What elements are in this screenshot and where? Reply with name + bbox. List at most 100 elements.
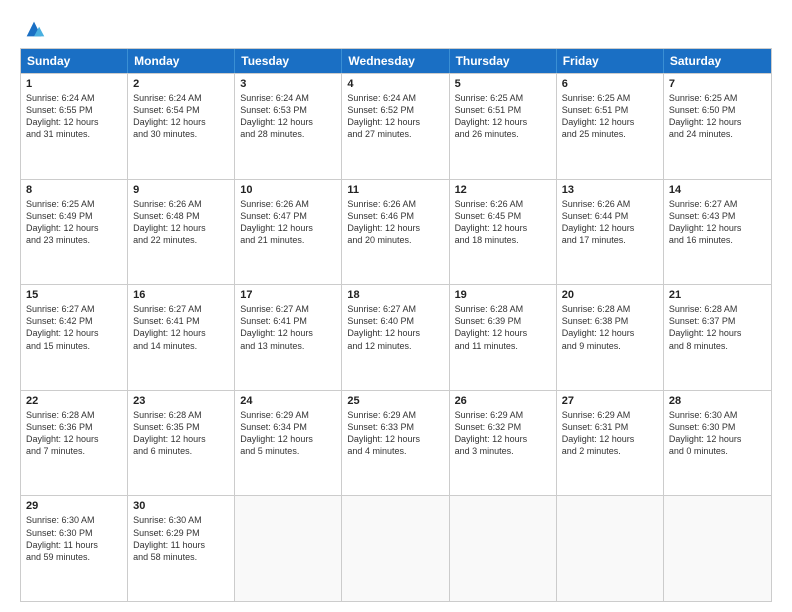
cal-day-5: 5 Sunrise: 6:25 AM Sunset: 6:51 PM Daylig… [450, 74, 557, 179]
day-info: Sunrise: 6:24 AM Sunset: 6:55 PM Dayligh… [26, 92, 122, 141]
day-info: Sunrise: 6:28 AM Sunset: 6:35 PM Dayligh… [133, 409, 229, 458]
calendar: SundayMondayTuesdayWednesdayThursdayFrid… [20, 48, 772, 602]
cal-day-10: 10 Sunrise: 6:26 AM Sunset: 6:47 PM Dayli… [235, 180, 342, 285]
cal-week-3: 22 Sunrise: 6:28 AM Sunset: 6:36 PM Dayli… [21, 390, 771, 496]
day-number: 12 [455, 184, 551, 196]
cal-day-25: 25Sunrise: 6:29 AM Sunset: 6:33 PM Dayli… [342, 391, 449, 496]
day-info: Sunrise: 6:29 AM Sunset: 6:34 PM Dayligh… [240, 409, 336, 458]
day-number: 3 [240, 78, 336, 90]
cal-empty [557, 496, 664, 601]
cal-day-17: 17 Sunrise: 6:27 AM Sunset: 6:41 PM Dayli… [235, 285, 342, 390]
day-number: 4 [347, 78, 443, 90]
cal-day-14: 14 Sunrise: 6:27 AM Sunset: 6:43 PM Dayli… [664, 180, 771, 285]
day-number: 9 [133, 184, 229, 196]
day-info: Sunrise: 6:25 AM Sunset: 6:49 PM Dayligh… [26, 198, 122, 247]
day-info: Sunrise: 6:30 AM Sunset: 6:29 PM Dayligh… [133, 514, 229, 563]
header-cell-sunday: Sunday [21, 49, 128, 73]
cal-day-3: 3 Sunrise: 6:24 AM Sunset: 6:53 PM Daylig… [235, 74, 342, 179]
day-number: 2 [133, 78, 229, 90]
day-number: 18 [347, 289, 443, 301]
cal-week-0: 1 Sunrise: 6:24 AM Sunset: 6:55 PM Daylig… [21, 73, 771, 179]
day-info: Sunrise: 6:24 AM Sunset: 6:52 PM Dayligh… [347, 92, 443, 141]
day-info: Sunrise: 6:29 AM Sunset: 6:32 PM Dayligh… [455, 409, 551, 458]
day-number: 17 [240, 289, 336, 301]
header-cell-wednesday: Wednesday [342, 49, 449, 73]
day-info: Sunrise: 6:30 AM Sunset: 6:30 PM Dayligh… [669, 409, 766, 458]
cal-day-22: 22 Sunrise: 6:28 AM Sunset: 6:36 PM Dayli… [21, 391, 128, 496]
day-info: Sunrise: 6:26 AM Sunset: 6:48 PM Dayligh… [133, 198, 229, 247]
cal-day-29: 29Sunrise: 6:30 AM Sunset: 6:30 PM Dayli… [21, 496, 128, 601]
day-info: Sunrise: 6:26 AM Sunset: 6:46 PM Dayligh… [347, 198, 443, 247]
cal-empty [235, 496, 342, 601]
cal-week-4: 29Sunrise: 6:30 AM Sunset: 6:30 PM Dayli… [21, 495, 771, 601]
cal-day-13: 13 Sunrise: 6:26 AM Sunset: 6:44 PM Dayli… [557, 180, 664, 285]
day-info: Sunrise: 6:27 AM Sunset: 6:42 PM Dayligh… [26, 303, 122, 352]
cal-day-28: 28 Sunrise: 6:30 AM Sunset: 6:30 PM Dayli… [664, 391, 771, 496]
cal-day-19: 19Sunrise: 6:28 AM Sunset: 6:39 PM Dayli… [450, 285, 557, 390]
day-info: Sunrise: 6:27 AM Sunset: 6:43 PM Dayligh… [669, 198, 766, 247]
day-info: Sunrise: 6:27 AM Sunset: 6:41 PM Dayligh… [133, 303, 229, 352]
day-info: Sunrise: 6:24 AM Sunset: 6:54 PM Dayligh… [133, 92, 229, 141]
header-cell-friday: Friday [557, 49, 664, 73]
cal-day-24: 24 Sunrise: 6:29 AM Sunset: 6:34 PM Dayli… [235, 391, 342, 496]
day-number: 19 [455, 289, 551, 301]
day-number: 6 [562, 78, 658, 90]
logo-icon [23, 18, 45, 40]
day-info: Sunrise: 6:26 AM Sunset: 6:44 PM Dayligh… [562, 198, 658, 247]
cal-day-9: 9 Sunrise: 6:26 AM Sunset: 6:48 PM Daylig… [128, 180, 235, 285]
day-info: Sunrise: 6:26 AM Sunset: 6:45 PM Dayligh… [455, 198, 551, 247]
cal-day-11: 11 Sunrise: 6:26 AM Sunset: 6:46 PM Dayli… [342, 180, 449, 285]
logo [20, 18, 45, 40]
day-number: 26 [455, 395, 551, 407]
cal-day-27: 27Sunrise: 6:29 AM Sunset: 6:31 PM Dayli… [557, 391, 664, 496]
day-number: 21 [669, 289, 766, 301]
day-info: Sunrise: 6:28 AM Sunset: 6:37 PM Dayligh… [669, 303, 766, 352]
day-info: Sunrise: 6:24 AM Sunset: 6:53 PM Dayligh… [240, 92, 336, 141]
cal-day-23: 23 Sunrise: 6:28 AM Sunset: 6:35 PM Dayli… [128, 391, 235, 496]
day-number: 5 [455, 78, 551, 90]
header-cell-saturday: Saturday [664, 49, 771, 73]
day-number: 28 [669, 395, 766, 407]
cal-week-1: 8 Sunrise: 6:25 AM Sunset: 6:49 PM Daylig… [21, 179, 771, 285]
day-number: 30 [133, 500, 229, 512]
day-number: 13 [562, 184, 658, 196]
cal-week-2: 15 Sunrise: 6:27 AM Sunset: 6:42 PM Dayli… [21, 284, 771, 390]
day-number: 11 [347, 184, 443, 196]
calendar-header: SundayMondayTuesdayWednesdayThursdayFrid… [21, 49, 771, 73]
day-number: 10 [240, 184, 336, 196]
cal-day-18: 18 Sunrise: 6:27 AM Sunset: 6:40 PM Dayli… [342, 285, 449, 390]
day-info: Sunrise: 6:28 AM Sunset: 6:36 PM Dayligh… [26, 409, 122, 458]
day-info: Sunrise: 6:29 AM Sunset: 6:33 PM Dayligh… [347, 409, 443, 458]
header-cell-thursday: Thursday [450, 49, 557, 73]
day-info: Sunrise: 6:27 AM Sunset: 6:41 PM Dayligh… [240, 303, 336, 352]
day-number: 23 [133, 395, 229, 407]
cal-day-21: 21 Sunrise: 6:28 AM Sunset: 6:37 PM Dayli… [664, 285, 771, 390]
cal-day-6: 6 Sunrise: 6:25 AM Sunset: 6:51 PM Daylig… [557, 74, 664, 179]
day-number: 8 [26, 184, 122, 196]
cal-day-7: 7Sunrise: 6:25 AM Sunset: 6:50 PM Daylig… [664, 74, 771, 179]
cal-day-12: 12 Sunrise: 6:26 AM Sunset: 6:45 PM Dayli… [450, 180, 557, 285]
day-number: 29 [26, 500, 122, 512]
day-number: 1 [26, 78, 122, 90]
header-cell-monday: Monday [128, 49, 235, 73]
day-info: Sunrise: 6:27 AM Sunset: 6:40 PM Dayligh… [347, 303, 443, 352]
cal-empty [450, 496, 557, 601]
day-number: 7 [669, 78, 766, 90]
cal-day-4: 4 Sunrise: 6:24 AM Sunset: 6:52 PM Daylig… [342, 74, 449, 179]
day-info: Sunrise: 6:25 AM Sunset: 6:51 PM Dayligh… [455, 92, 551, 141]
cal-empty [342, 496, 449, 601]
day-info: Sunrise: 6:26 AM Sunset: 6:47 PM Dayligh… [240, 198, 336, 247]
day-number: 27 [562, 395, 658, 407]
calendar-body: 1 Sunrise: 6:24 AM Sunset: 6:55 PM Daylig… [21, 73, 771, 601]
header-cell-tuesday: Tuesday [235, 49, 342, 73]
cal-empty [664, 496, 771, 601]
day-info: Sunrise: 6:28 AM Sunset: 6:38 PM Dayligh… [562, 303, 658, 352]
cal-day-1: 1 Sunrise: 6:24 AM Sunset: 6:55 PM Daylig… [21, 74, 128, 179]
day-number: 15 [26, 289, 122, 301]
cal-day-26: 26 Sunrise: 6:29 AM Sunset: 6:32 PM Dayli… [450, 391, 557, 496]
day-number: 24 [240, 395, 336, 407]
day-number: 22 [26, 395, 122, 407]
day-number: 14 [669, 184, 766, 196]
cal-day-2: 2 Sunrise: 6:24 AM Sunset: 6:54 PM Daylig… [128, 74, 235, 179]
day-info: Sunrise: 6:25 AM Sunset: 6:51 PM Dayligh… [562, 92, 658, 141]
